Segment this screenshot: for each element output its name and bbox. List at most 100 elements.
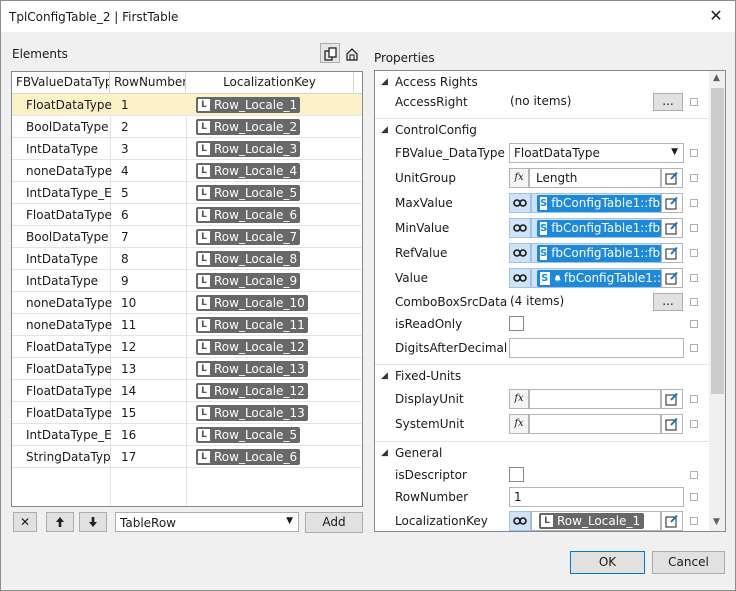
table-row[interactable]: noneDataType 4 L Row_Locale_4 [12,160,362,182]
link-icon[interactable] [509,268,531,288]
digits-field[interactable] [509,338,684,358]
reset-marker[interactable] [690,174,698,182]
vertical-scrollbar[interactable]: ▲ ▼ [709,71,725,531]
table-row[interactable]: FloatDataType 6 L Row_Locale_6 [12,204,362,226]
edit-binding-button[interactable] [661,389,683,409]
rownumber-field[interactable]: 1 [509,487,684,507]
scroll-up-icon[interactable]: ▲ [713,73,720,83]
edit-binding-button[interactable] [661,268,683,288]
property-unitgroup[interactable]: UnitGroup fx Length [375,166,709,190]
table-row[interactable]: StringDataTyp 17 L Row_Locale_6 [12,446,362,468]
reset-marker[interactable] [690,517,698,525]
scroll-down-icon[interactable]: ▼ [713,517,720,527]
property-accessright[interactable]: AccessRight (no items) ... [375,90,709,114]
edit-collection-button[interactable]: ... [653,293,683,311]
property-minvalue[interactable]: MinValue SfbConfigTable1::fbR [375,216,709,240]
column-header-fbvaluedatatype[interactable]: FBValueDataType [12,72,110,93]
edit-binding-button[interactable] [661,168,683,188]
fx-icon[interactable]: fx [509,389,529,409]
cell-rownumber: 1 [121,98,129,112]
table-row[interactable]: FloatDataType 14 L Row_Locale_12 [12,380,362,402]
property-maxvalue[interactable]: MaxValue SfbConfigTable1::fbR [375,191,709,215]
table-row[interactable]: IntDataType 3 L Row_Locale_3 [12,138,362,160]
property-grid[interactable]: ◢ Access Rights AccessRight (no items) .… [374,70,726,532]
reset-marker[interactable] [690,224,698,232]
fx-icon[interactable]: fx [509,414,529,434]
scroll-thumb[interactable] [711,88,724,394]
column-header-rownumber[interactable]: RowNumber [110,72,186,93]
displayunit-field[interactable] [529,389,661,409]
table-row[interactable]: noneDataType 11 L Row_Locale_11 [12,314,362,336]
property-displayunit[interactable]: DisplayUnit fx [375,387,709,411]
reset-marker[interactable] [690,249,698,257]
isreadonly-checkbox[interactable] [509,316,524,331]
edit-binding-button[interactable] [661,193,683,213]
reset-marker[interactable] [690,149,698,157]
link-icon[interactable] [509,193,531,213]
unitgroup-field[interactable]: Length [529,168,661,188]
edit-binding-button[interactable] [661,511,683,531]
reset-marker[interactable] [690,493,698,501]
property-isdescriptor[interactable]: isDescriptor [375,463,709,487]
category-fixed-units[interactable]: ◢ Fixed-Units [375,365,709,387]
table-row[interactable]: IntDataType 9 L Row_Locale_9 [12,270,362,292]
elements-grid[interactable]: FBValueDataType RowNumber LocalizationKe… [11,71,363,507]
collapse-icon[interactable]: ◢ [381,77,388,87]
edit-binding-button[interactable] [661,243,683,263]
copy-layout-button[interactable] [320,43,340,63]
column-header-localizationkey[interactable]: LocalizationKey [186,72,354,93]
collapse-icon[interactable]: ◢ [381,125,388,135]
table-row[interactable]: IntDataType_E 5 L Row_Locale_5 [12,182,362,204]
link-icon[interactable] [509,243,531,263]
edit-binding-button[interactable] [661,414,683,434]
edit-binding-button[interactable] [661,218,683,238]
table-row[interactable]: BoolDataType 2 L Row_Locale_2 [12,116,362,138]
table-row[interactable]: IntDataType_E 16 L Row_Locale_5 [12,424,362,446]
fx-icon[interactable]: fx [509,168,529,188]
close-icon[interactable]: ✕ [705,5,727,27]
add-button[interactable]: Add [305,512,363,533]
fbvalue-datatype-select[interactable]: FloatDataType ▼ [509,143,684,163]
property-fbvalue-datatype[interactable]: FBValue_DataType FloatDataType ▼ [375,141,709,165]
property-refvalue[interactable]: RefValue SfbConfigTable1::fbR [375,241,709,265]
reset-marker[interactable] [690,395,698,403]
property-comboboxsrcdata[interactable]: ComboBoxSrcData (4 items) ... [375,290,709,314]
home-layout-button[interactable] [341,43,361,63]
reset-marker[interactable] [690,344,698,352]
systemunit-field[interactable] [529,414,661,434]
table-row[interactable]: FloatDataType 15 L Row_Locale_13 [12,402,362,424]
property-localizationkey[interactable]: LocalizationKey L Row_Locale_1 [375,509,709,531]
reset-marker[interactable] [690,98,698,106]
table-row[interactable]: BoolDataType 7 L Row_Locale_7 [12,226,362,248]
table-row[interactable]: noneDataType 10 L Row_Locale_10 [12,292,362,314]
table-row[interactable]: FloatDataType 1 L Row_Locale_1 [12,94,362,116]
table-row[interactable]: FloatDataType 13 L Row_Locale_13 [12,358,362,380]
property-systemunit[interactable]: SystemUnit fx [375,412,709,436]
property-digitsafterdecimal[interactable]: DigitsAfterDecimal [375,336,709,360]
isdescriptor-checkbox[interactable] [509,467,524,482]
property-value[interactable]: Value SfbConfigTable1:: [375,266,709,290]
category-controlconfig[interactable]: ◢ ControlConfig [375,119,709,141]
ok-button[interactable]: OK [570,551,645,574]
table-row[interactable]: IntDataType 8 L Row_Locale_8 [12,248,362,270]
table-row[interactable]: FloatDataType 12 L Row_Locale_12 [12,336,362,358]
edit-collection-button[interactable]: ... [653,93,683,111]
move-up-button[interactable] [46,512,74,532]
reset-marker[interactable] [690,274,698,282]
property-isreadonly[interactable]: isReadOnly [375,312,709,336]
link-icon[interactable] [509,218,531,238]
add-type-select[interactable]: TableRow ▼ [115,512,299,532]
reset-marker[interactable] [690,298,698,306]
move-down-button[interactable] [79,512,107,532]
collapse-icon[interactable]: ◢ [381,448,388,458]
reset-marker[interactable] [690,420,698,428]
delete-row-button[interactable]: ✕ [13,512,37,532]
reset-marker[interactable] [690,320,698,328]
property-rownumber[interactable]: RowNumber 1 [375,485,709,509]
cancel-button[interactable]: Cancel [652,551,725,574]
reset-marker[interactable] [690,471,698,479]
category-general[interactable]: ◢ General [375,442,709,464]
reset-marker[interactable] [690,199,698,207]
collapse-icon[interactable]: ◢ [381,371,388,381]
link-icon[interactable] [509,511,531,531]
